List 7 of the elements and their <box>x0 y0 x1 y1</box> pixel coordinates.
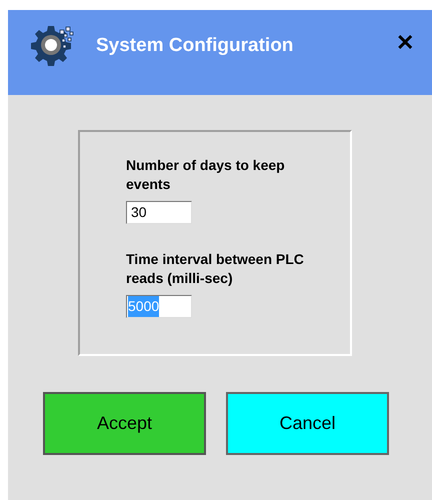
close-button[interactable]: ✕ <box>396 32 414 54</box>
accept-button[interactable]: Accept <box>43 392 206 455</box>
field-label: Time interval between PLC reads (milli-sec) <box>126 250 305 288</box>
field-label: Number of days to keep events <box>126 156 286 194</box>
window-title: System Configuration <box>96 34 294 58</box>
input-field[interactable]: 30 <box>126 201 192 224</box>
cancel-button[interactable]: Cancel <box>226 392 389 455</box>
